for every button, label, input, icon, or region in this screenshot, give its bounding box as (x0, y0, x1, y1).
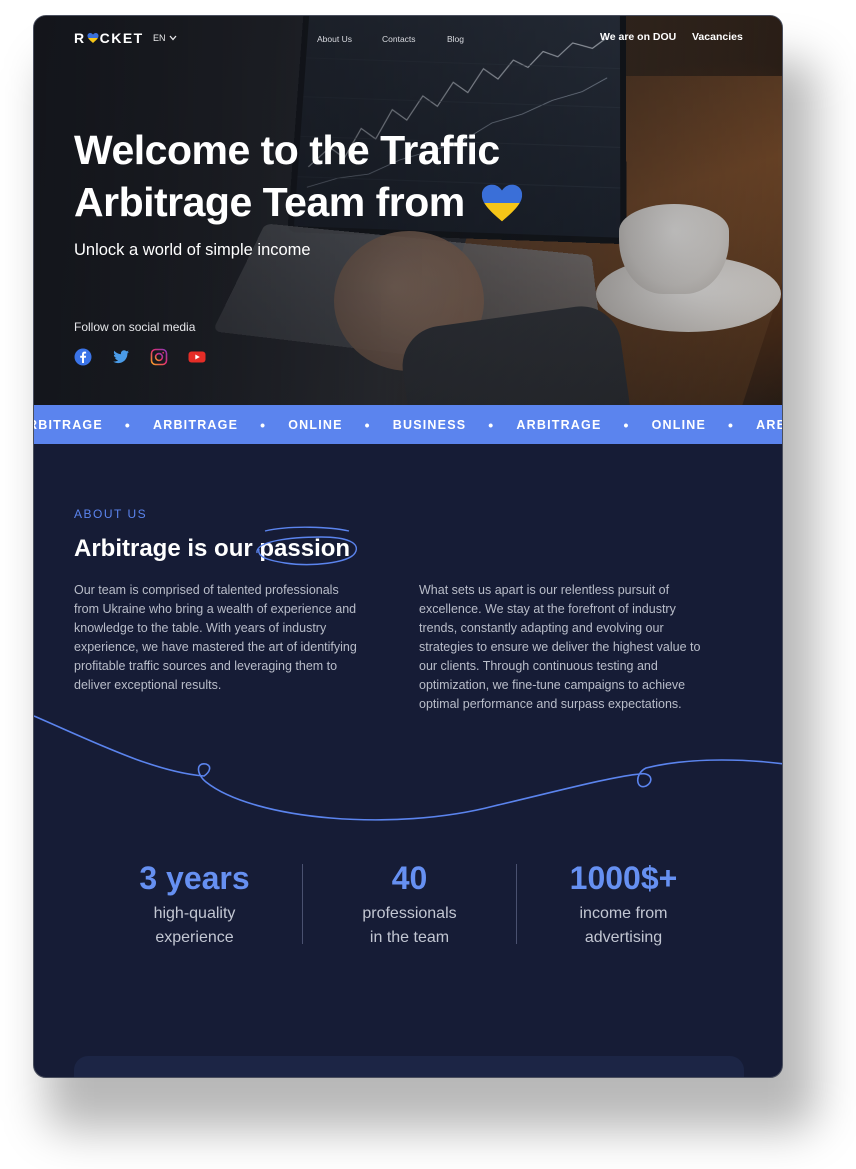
browser-frame: R CKET EN About Us Contacts Blog We are … (33, 15, 783, 1078)
ticker-word: ARBITR (756, 417, 782, 432)
logo[interactable]: R CKET (74, 30, 144, 46)
nav-contacts[interactable]: Contacts (382, 34, 416, 44)
section-label: ABOUT US (74, 507, 148, 521)
stat-label-line: in the team (369, 929, 450, 946)
scribble-circle-decoration (256, 526, 358, 566)
top-navigation: R CKET EN About Us Contacts Blog We are … (34, 16, 782, 60)
twitter-icon[interactable] (112, 348, 130, 366)
ticker-word: BUSINESS (392, 417, 467, 432)
stat-experience: 3 years high-quality experience (87, 858, 302, 950)
stat-label: professionals in the team (302, 902, 517, 950)
about-title-start: Arbitrage is our (74, 535, 260, 562)
logo-text-rest: CKET (99, 30, 144, 46)
about-title: Arbitrage is our passion (74, 526, 358, 566)
ticker-word: ONLINE (288, 417, 343, 432)
language-select[interactable]: EN (153, 33, 177, 43)
hero-section: R CKET EN About Us Contacts Blog We are … (34, 16, 782, 405)
social-links (74, 348, 206, 366)
marquee-track: RBITRAGE • ARBITRAGE • ONLINE • BUSINESS… (34, 405, 782, 444)
nav-blog[interactable]: Blog (447, 34, 464, 44)
nav-about-us[interactable]: About Us (317, 34, 352, 44)
stat-label-line: advertising (584, 929, 663, 946)
stat-label: high-quality experience (87, 902, 302, 950)
about-paragraph-2: What sets us apart is our relentless pur… (419, 583, 701, 711)
marquee-ticker: RBITRAGE • ARBITRAGE • ONLINE • BUSINESS… (34, 405, 782, 444)
next-section-card (74, 1056, 744, 1077)
ticker-word: ARBITRAGE (153, 417, 239, 432)
ticker-separator: • (364, 416, 371, 433)
stat-label-line: income from (579, 905, 668, 922)
nav-vacancies-link[interactable]: Vacancies (692, 31, 743, 43)
instagram-icon[interactable] (150, 348, 168, 366)
ticker-word: ARBITRAGE (516, 417, 602, 432)
stat-label-line: high-quality (153, 905, 236, 922)
hero-title-text: Welcome to the Traffic Arbitrage Team fr… (74, 127, 500, 225)
ukraine-heart-icon (481, 184, 522, 222)
nav-dou-link[interactable]: We are on DOU (600, 31, 676, 43)
hero-title: Welcome to the Traffic Arbitrage Team fr… (74, 124, 594, 228)
ukraine-heart-icon (87, 33, 99, 43)
stat-team: 40 professionals in the team (302, 858, 517, 950)
youtube-icon[interactable] (188, 348, 206, 366)
about-title-highlight: passion (256, 526, 358, 566)
logo-text-r: R (74, 30, 86, 46)
follow-label: Follow on social media (74, 320, 196, 334)
ticker-separator: • (260, 416, 267, 433)
stat-value: 1000$+ (569, 860, 678, 896)
chevron-down-icon (169, 35, 177, 41)
facebook-icon[interactable] (74, 348, 92, 366)
stat-income: 1000$+ income from advertising (516, 858, 731, 950)
ticker-separator: • (124, 416, 131, 433)
ticker-separator: • (488, 416, 495, 433)
about-paragraph-1: Our team is comprised of talented profes… (74, 583, 357, 692)
stat-label: income from advertising (516, 902, 731, 950)
stat-value: 40 (391, 860, 428, 896)
ticker-separator: • (728, 416, 735, 433)
wave-line-decoration (34, 715, 782, 821)
stat-value: 3 years (139, 860, 250, 896)
ticker-separator: • (623, 416, 630, 433)
ticker-word: RBITRAGE (34, 417, 103, 432)
stat-label-line: experience (155, 929, 234, 946)
hero-subtitle: Unlock a world of simple income (74, 241, 311, 259)
ticker-word: ONLINE (651, 417, 707, 432)
language-label: EN (153, 33, 166, 43)
stat-label-line: professionals (362, 905, 457, 922)
